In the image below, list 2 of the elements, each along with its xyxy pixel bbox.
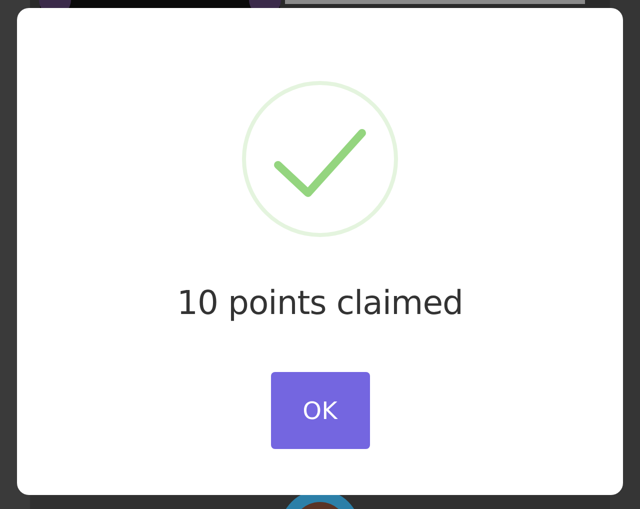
message-text: 10 points claimed	[177, 283, 463, 322]
ok-button[interactable]: OK	[270, 372, 370, 449]
